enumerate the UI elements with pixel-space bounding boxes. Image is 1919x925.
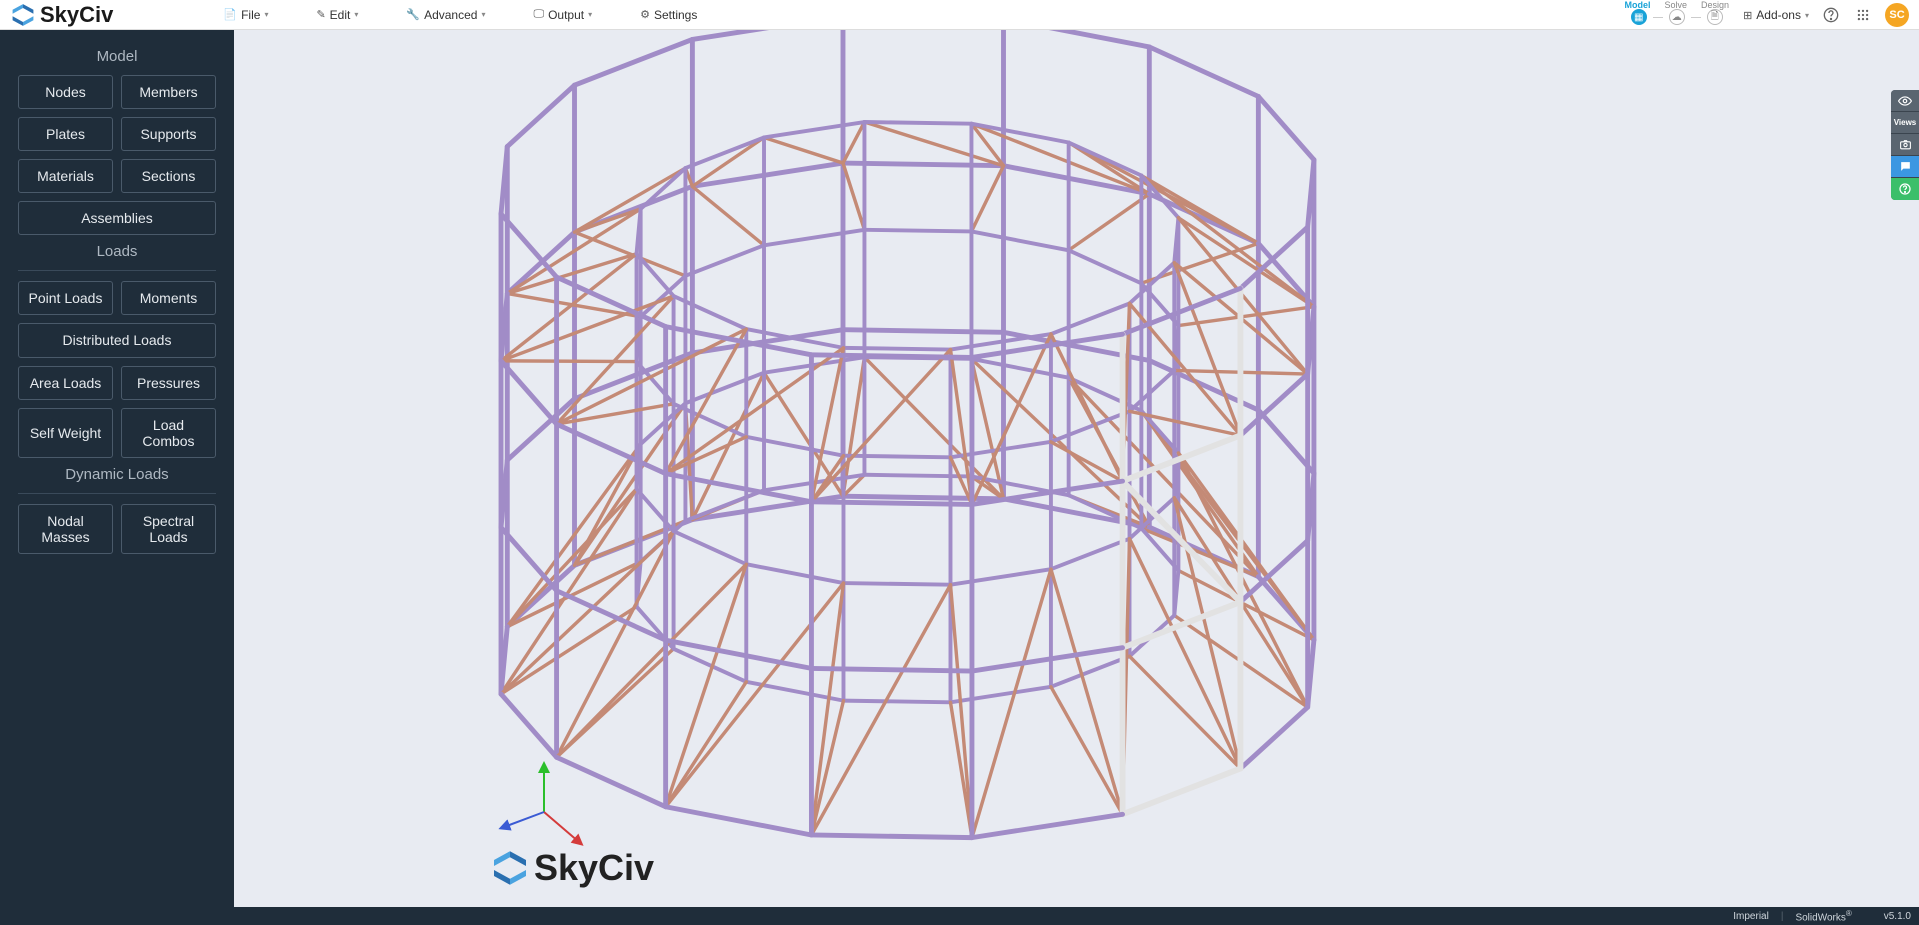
mode-connector [1691,17,1701,18]
mode-icon-solve[interactable]: ☁ [1669,9,1685,25]
visibility-tool[interactable] [1891,90,1919,112]
sidebar-btn-supports[interactable]: Supports [121,117,216,151]
sidebar-section-model-title: Model [8,48,226,65]
mode-icon-design[interactable]: 🗎 [1707,9,1723,25]
sidebar-btn-nodal-masses[interactable]: Nodal Masses [18,504,113,554]
chevron-down-icon: ▾ [1805,11,1809,20]
help-button[interactable] [1821,5,1841,25]
model-render [234,30,1919,907]
menu-edit[interactable]: ✎ Edit ▾ [316,8,358,22]
main-menu: 📄 File ▾ ✎ Edit ▾ 🔧 Advanced ▾ 🖵 Output … [223,8,697,22]
gear-icon: ⚙ [640,8,650,21]
sidebar-btn-assemblies[interactable]: Assemblies [18,201,216,235]
sidebar-btn-pressures[interactable]: Pressures [121,366,216,400]
footer-units[interactable]: Imperial [1733,911,1769,922]
sidebar-section-dynamic-title: Dynamic Loads [8,466,226,483]
menu-advanced[interactable]: 🔧 Advanced ▾ [406,8,485,22]
views-tool[interactable]: Views [1891,112,1919,134]
info-tool[interactable] [1891,156,1919,178]
sidebar-btn-members[interactable]: Members [121,75,216,109]
status-bar: Imperial | SolidWorks® v5.1.0 [0,907,1919,925]
sidebar-btn-nodes[interactable]: Nodes [18,75,113,109]
user-avatar[interactable]: SC [1885,3,1909,27]
pencil-icon: ✎ [316,8,325,21]
logo-icon [490,848,530,888]
canvas-watermark: SkyCiv [490,847,654,889]
sidebar-btn-spectral-loads[interactable]: Spectral Loads [121,504,216,554]
app-brand-text: SkyCiv [40,2,113,28]
sidebar-divider [18,493,216,494]
chevron-down-icon: ▾ [264,10,268,19]
viewport-3d[interactable]: Views [234,30,1919,907]
sidebar-section-loads-title: Loads [8,243,226,260]
menu-file[interactable]: 📄 File ▾ [223,8,268,22]
mode-connector [1653,17,1663,18]
sidebar-btn-sections[interactable]: Sections [121,159,216,193]
top-bar: SkyCiv 📄 File ▾ ✎ Edit ▾ 🔧 Advanced ▾ 🖵 … [0,0,1919,30]
chevron-down-icon: ▾ [481,10,485,19]
footer-separator: | [1781,911,1784,922]
main-area: Model Nodes Members Plates Supports Mate… [0,30,1919,907]
menu-addons[interactable]: ⊞ Add-ons ▾ [1743,8,1809,22]
sidebar-btn-self-weight[interactable]: Self Weight [18,408,113,458]
sidebar-btn-load-combos[interactable]: Load Combos [121,408,216,458]
view-tools: Views [1891,90,1919,200]
menu-settings[interactable]: ⚙ Settings [640,8,697,22]
mode-tabs: Model Solve Design ▦ ☁ 🗎 [1624,0,1729,25]
app-logo: SkyCiv [10,2,113,28]
grid-icon: ⊞ [1743,9,1752,22]
sidebar-btn-point-loads[interactable]: Point Loads [18,281,113,315]
chevron-down-icon: ▾ [354,10,358,19]
camera-tool[interactable] [1891,134,1919,156]
menu-output[interactable]: 🖵 Output ▾ [533,8,592,22]
sidebar: Model Nodes Members Plates Supports Mate… [0,30,234,907]
wrench-icon: 🔧 [406,8,420,21]
footer-version: v5.1.0 [1884,911,1911,922]
file-icon: 📄 [223,8,237,21]
mode-icon-model[interactable]: ▦ [1631,9,1647,25]
sidebar-btn-distributed-loads[interactable]: Distributed Loads [18,323,216,357]
sidebar-btn-plates[interactable]: Plates [18,117,113,151]
apps-grid-button[interactable] [1853,5,1873,25]
monitor-icon: 🖵 [533,8,544,21]
watermark-text: SkyCiv [534,847,654,889]
sidebar-btn-moments[interactable]: Moments [121,281,216,315]
top-right-controls: ⊞ Add-ons ▾ SC [1743,0,1909,30]
chevron-down-icon: ▾ [588,10,592,19]
help-tool[interactable] [1891,178,1919,200]
footer-solver[interactable]: SolidWorks® [1795,909,1851,923]
sidebar-btn-materials[interactable]: Materials [18,159,113,193]
sidebar-btn-area-loads[interactable]: Area Loads [18,366,113,400]
sidebar-divider [18,270,216,271]
logo-icon [10,2,36,28]
